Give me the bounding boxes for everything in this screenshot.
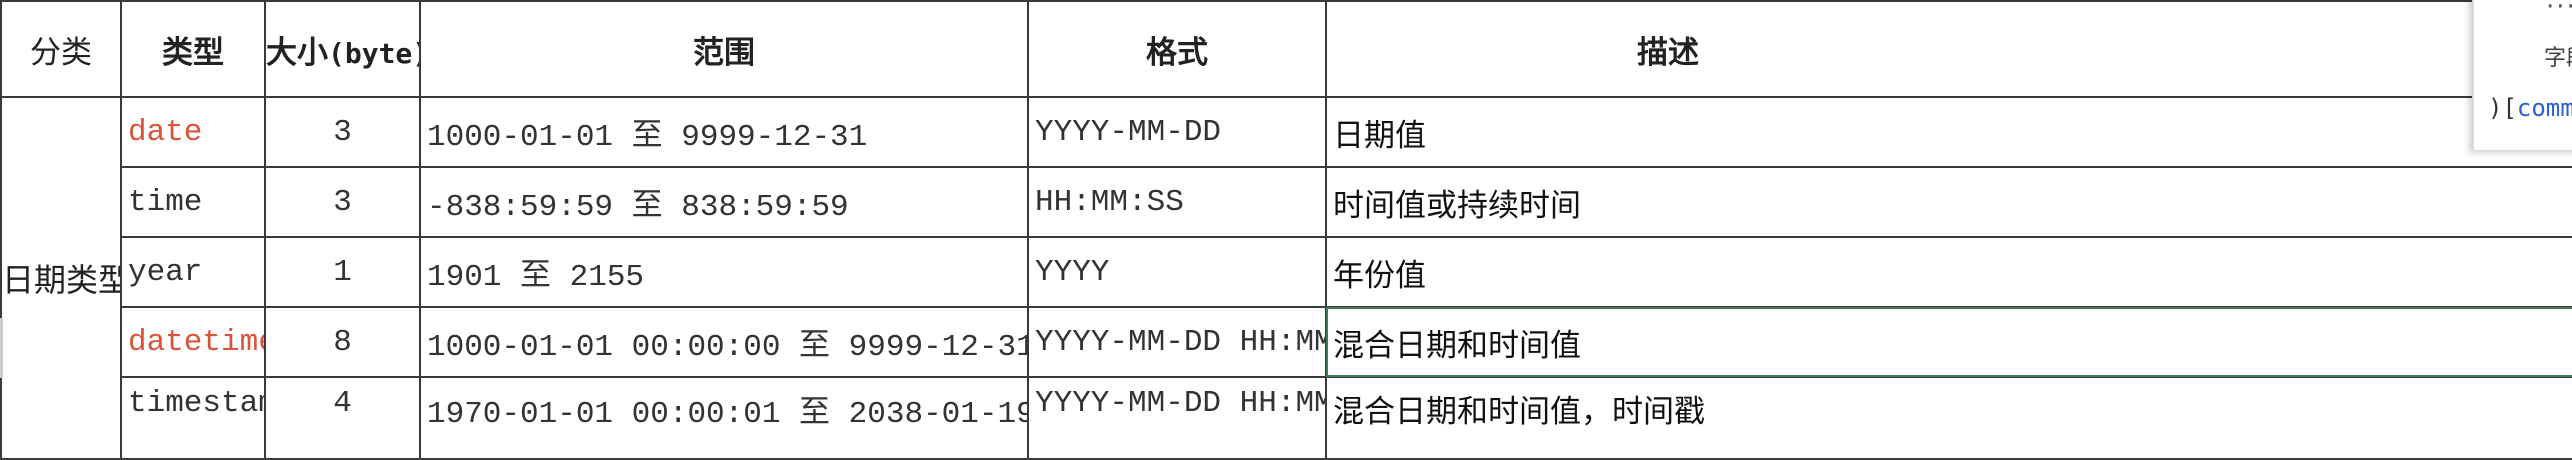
type-cell: time xyxy=(120,166,266,238)
header-description: 描述 xyxy=(1325,0,2572,98)
header-type: 类型 xyxy=(120,0,266,98)
header-category: 分类 xyxy=(0,0,122,98)
header-size-label: 大小 xyxy=(266,34,328,71)
format-cell: YYYY-MM-DD HH:MM:SS xyxy=(1027,376,1327,460)
category-cell: 日期类型 xyxy=(0,96,122,460)
range-cell: 1000-01-01 00:00:00 至 9999-12-31 23:59:5… xyxy=(419,306,1029,378)
size-cell: 3 xyxy=(264,166,421,238)
description-cell-selected[interactable]: 混合日期和时间值 xyxy=(1325,306,2572,378)
code-text: comm xyxy=(2516,94,2572,122)
table-row: 日期类型 date 3 1000-01-01 至 9999-12-31 YYYY… xyxy=(0,96,2572,460)
format-cell: YYYY-MM-DD HH:MM:SS xyxy=(1027,306,1327,378)
format-cell: YYYY-MM-DD xyxy=(1027,96,1327,168)
size-cell: 3 xyxy=(264,96,421,168)
size-cell: 8 xyxy=(264,306,421,378)
range-cell: -838:59:59 至 838:59:59 xyxy=(419,166,1029,238)
range-cell: 1000-01-01 至 9999-12-31 xyxy=(419,96,1029,168)
left-edge-marker xyxy=(0,318,3,378)
type-cell: datetime xyxy=(120,306,266,378)
size-cell: 1 xyxy=(264,236,421,308)
format-cell: YYYY xyxy=(1027,236,1327,308)
header-size: 大小(byte) xyxy=(264,0,421,98)
panel-label: 字段 xyxy=(2544,46,2572,71)
panel-code-snippet: )[comm xyxy=(2488,94,2572,122)
table-row: timestamp 4 1970-01-01 00:00:01 至 2038-0… xyxy=(1,376,2572,460)
floating-comment-panel[interactable]: ··· 字段 )[comm xyxy=(2472,0,2572,150)
header-range: 范围 xyxy=(419,0,1029,98)
description-cell: 日期值 xyxy=(1325,96,2572,168)
header-size-unit: (byte) xyxy=(328,36,420,70)
range-cell: 1901 至 2155 xyxy=(419,236,1029,308)
description-cell: 混合日期和时间值，时间戳 xyxy=(1325,376,2572,460)
description-cell: 年份值 xyxy=(1325,236,2572,308)
table-row: datetime 8 1000-01-01 00:00:00 至 9999-12… xyxy=(1,306,2572,378)
more-options-icon[interactable]: ··· xyxy=(2546,0,2572,22)
type-cell: year xyxy=(120,236,266,308)
header-row: 分类 类型 大小(byte) 范围 格式 描述 xyxy=(0,0,2572,98)
table-row: year 1 1901 至 2155 YYYY 年份值 xyxy=(1,236,2572,308)
size-cell: 4 xyxy=(264,376,421,460)
type-cell: timestamp xyxy=(120,376,266,460)
table-row: time 3 -838:59:59 至 838:59:59 HH:MM:SS 时… xyxy=(1,166,2572,238)
code-bracket: )[ xyxy=(2488,94,2517,122)
range-cell: 1970-01-01 00:00:01 至 2038-01-19 03:14:0… xyxy=(419,376,1029,460)
header-format: 格式 xyxy=(1027,0,1327,98)
description-cell: 时间值或持续时间 xyxy=(1325,166,2572,238)
format-cell: HH:MM:SS xyxy=(1027,166,1327,238)
type-cell: date xyxy=(120,96,266,168)
data-type-table: 分类 类型 大小(byte) 范围 格式 描述 日期类型 date 3 1000… xyxy=(0,0,2572,460)
